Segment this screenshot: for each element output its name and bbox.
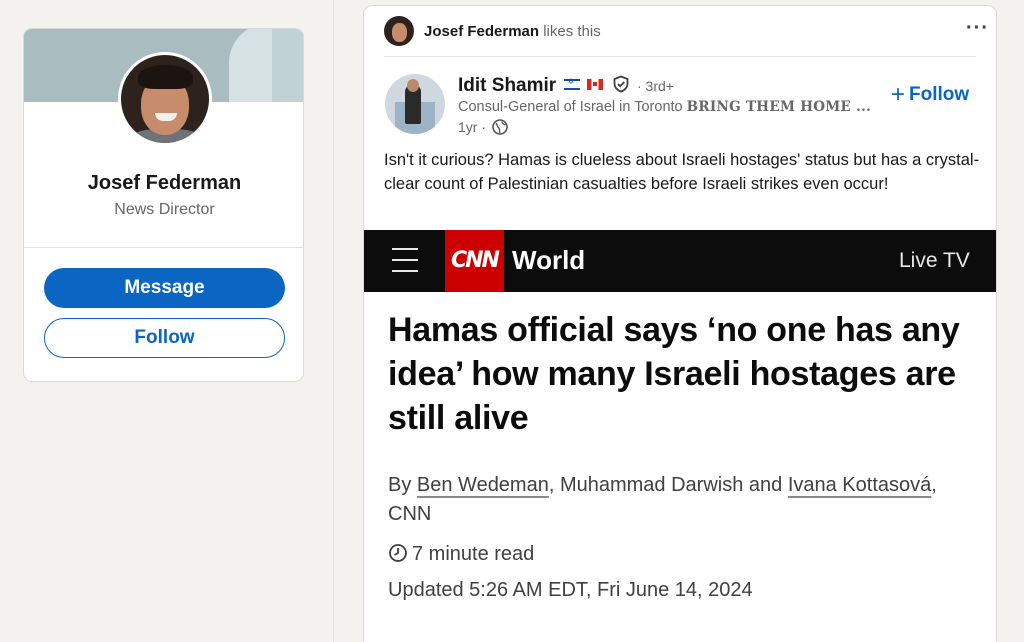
liker-avatar[interactable] xyxy=(384,16,414,46)
follow-author-button[interactable]: + Follow xyxy=(891,81,969,109)
updated-timestamp: Updated 5:26 AM EDT, Fri June 14, 2024 xyxy=(388,579,753,601)
byline-author: Ben Wedeman xyxy=(416,474,549,496)
post-meta: 1yr · xyxy=(458,119,508,135)
author-headline: Consul-General of Israel in Toronto BRIN… xyxy=(458,99,878,115)
connection-degree: · 3rd+ xyxy=(637,78,674,94)
liker-name[interactable]: Josef Federman xyxy=(424,23,539,40)
article-screenshot-image[interactable]: CNN World Live TV Hamas official says ‘n… xyxy=(364,230,996,642)
profile-name[interactable]: Josef Federman xyxy=(24,172,303,195)
post-text: Isn't it curious? Hamas is clueless abou… xyxy=(384,151,980,193)
follow-button[interactable]: Follow xyxy=(44,318,285,358)
feed-post: Josef Federman likes this ··· Idit Shami… xyxy=(363,5,997,642)
banner-decoration xyxy=(272,29,303,102)
social-action: likes this xyxy=(543,23,601,40)
globe-icon xyxy=(492,119,508,135)
profile-card: Josef Federman News Director Message Fol… xyxy=(23,28,304,382)
israel-flag-icon xyxy=(563,77,580,90)
author-avatar[interactable] xyxy=(385,74,445,134)
read-time-text: 7 minute read xyxy=(412,543,535,565)
column-divider xyxy=(333,0,334,642)
read-time: 7 minute read xyxy=(388,543,534,566)
article-byline: By Ben Wedeman, Muhammad Darwish and Iva… xyxy=(388,471,978,529)
more-options-button[interactable]: ··· xyxy=(966,18,989,38)
verified-shield-icon xyxy=(613,75,628,93)
byline-author: Ivana Kottasová xyxy=(787,474,932,496)
social-context: Josef Federman likes this ··· xyxy=(384,16,988,48)
cnn-section-title: World xyxy=(512,245,586,275)
byline-text: , Muhammad Darwish and xyxy=(548,474,788,496)
message-button[interactable]: Message xyxy=(44,268,285,308)
author-headline-text: Consul-General of Israel in Toronto xyxy=(458,99,687,115)
cnn-header-bar: CNN World Live TV xyxy=(364,230,996,292)
byline-prefix: By xyxy=(388,474,417,496)
post-time: 1yr · xyxy=(458,119,486,135)
plus-icon: + xyxy=(891,81,906,108)
profile-headline: News Director xyxy=(114,201,215,218)
article-headline: Hamas official says ‘no one has any idea… xyxy=(388,311,960,437)
social-context-text: Josef Federman likes this xyxy=(424,23,601,40)
canada-flag-icon xyxy=(587,79,604,90)
divider xyxy=(24,247,303,248)
follow-author-label: Follow xyxy=(909,84,970,105)
author-name[interactable]: Idit Shamir xyxy=(458,75,556,96)
hamburger-menu-icon xyxy=(392,248,418,272)
divider xyxy=(384,56,976,57)
profile-avatar[interactable] xyxy=(118,52,212,146)
author-name-row: Idit Shamir · 3rd+ xyxy=(458,75,674,97)
cnn-logo: CNN xyxy=(445,230,504,292)
clock-icon xyxy=(389,544,407,562)
live-tv-label: Live TV xyxy=(899,249,970,272)
author-headline-emphasis: BRING THEM HOME ... xyxy=(686,99,872,115)
